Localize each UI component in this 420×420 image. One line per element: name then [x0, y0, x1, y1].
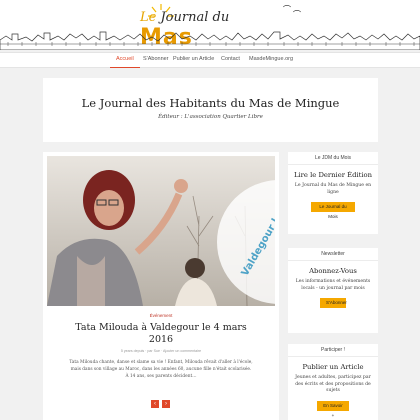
post-title-line2: 2016 [148, 334, 174, 345]
prev-post-button[interactable]: ‹ [151, 400, 159, 408]
post-photo-illustration: Valdegour le 4 mars 2016 [47, 156, 275, 306]
logo-journal: Journal du [160, 10, 230, 25]
nav-item-contact[interactable]: Contact [221, 56, 240, 62]
nav-item-publier[interactable]: Publier un Article [173, 56, 214, 62]
site-header: Le Journal du Mas ⌒ ⌒ [0, 0, 420, 50]
widget-title: Abonnez-Vous [309, 267, 357, 275]
featured-post-card: Valdegour le 4 mars 2016 Événement Tata … [43, 152, 279, 420]
site-subtitle: Éditeur : L'association Quartier Libre [158, 114, 263, 120]
post-title-line1: Tata Milouda à Valdegour le 4 mars [75, 322, 247, 333]
widget-title: Publier un Article [302, 363, 364, 371]
village-skyline-illustration [0, 31, 420, 50]
en-savoir-plus-button[interactable]: En Savoir + [317, 400, 349, 418]
bird-icon: ⌒ [283, 5, 291, 14]
nav-item-accueil[interactable]: Accueil [110, 56, 140, 68]
post-meta: 5 years depuis · par Sue · Ajouter un co… [120, 349, 202, 353]
chevron-left-icon: ‹ [154, 401, 156, 407]
widget-text: Jeunes et adultes, participez par des éc… [295, 375, 371, 393]
journal-du-mois-button[interactable]: Le Journal du Mois [311, 202, 355, 219]
bird-icon: ⌒ [293, 10, 301, 19]
site-title-card: Le Journal des Habitants du Mas de Mingu… [43, 78, 378, 142]
widget-heading: Newsletter [288, 248, 378, 261]
next-post-button[interactable]: › [162, 400, 170, 408]
main-nav: Accueil S'Abonner Publier un Article Con… [0, 52, 420, 68]
nav-item-masdemingue[interactable]: MasdeMingue.org [249, 56, 293, 62]
post-title[interactable]: Tata Milouda à Valdegour le 4 mars 2016 [43, 322, 279, 346]
post-image[interactable]: Valdegour le 4 mars 2016 [47, 156, 275, 306]
post-category[interactable]: Événement [43, 313, 279, 318]
widget-participer: Participer ! Publier un Article Jeunes e… [288, 344, 378, 420]
widget-jdm-du-mois: Le JDM du Mois Lire le Dernier Édition L… [288, 152, 378, 234]
widget-heading: Le JDM du Mois [288, 152, 378, 165]
post-excerpt: Tata Milouda chante, danse et slame sa v… [69, 360, 253, 379]
nav-item-abonner[interactable]: S'Abonner [143, 56, 169, 62]
widget-text: Les informations et événements locals - … [295, 279, 371, 291]
logo-le: Le [140, 10, 157, 25]
widget-title: Lire le Dernier Édition [293, 171, 373, 179]
widget-heading: Participer ! [288, 344, 378, 357]
widget-text: Le Journal du Mas de Mingue en ligne [294, 183, 372, 195]
chevron-right-icon: › [165, 401, 167, 407]
subscribe-button[interactable]: S'Abonner [320, 298, 347, 308]
site-title: Le Journal des Habitants du Mas de Mingu… [81, 96, 340, 110]
widget-newsletter: Newsletter Abonnez-Vous Les informations… [288, 248, 378, 333]
